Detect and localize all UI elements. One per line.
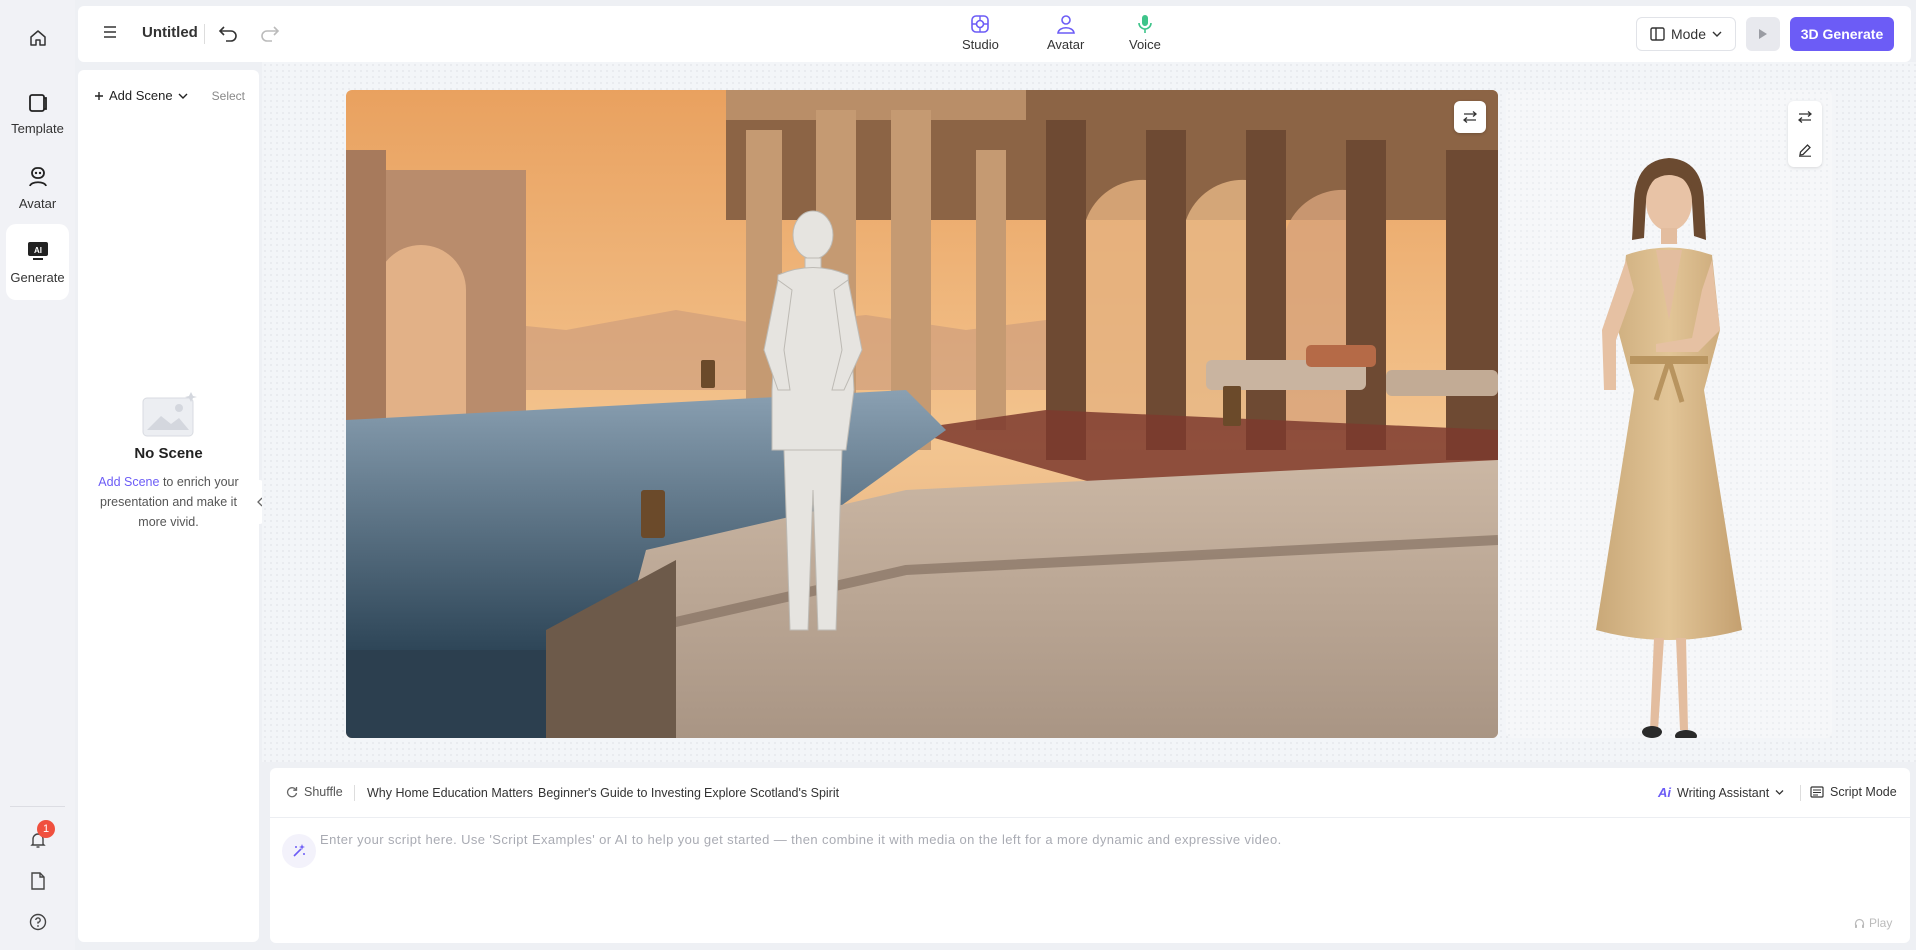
studio-icon — [970, 14, 990, 34]
add-scene-link[interactable]: Add Scene — [98, 475, 159, 489]
tab-label: Studio — [962, 37, 999, 52]
scene-panel: Add Scene Select No Scene Add Scene to e… — [78, 70, 259, 942]
writing-assistant-label: Writing Assistant — [1677, 785, 1770, 800]
avatar-icon — [1056, 14, 1076, 34]
empty-title: No Scene — [134, 445, 203, 462]
edit-pencil-icon[interactable] — [1798, 143, 1812, 157]
avatar-icon — [27, 166, 49, 188]
ai-generate-icon: AI — [27, 240, 49, 262]
rail-item-label: Template — [11, 120, 64, 136]
notification-bell-icon[interactable]: 1 — [26, 820, 55, 852]
mode-label: Mode — [1670, 26, 1707, 42]
avatar-preview-card — [1506, 90, 1832, 738]
script-toolbar: Shuffle Why Home Education Matters Begin… — [270, 768, 1910, 818]
document-title[interactable]: Untitled — [142, 24, 198, 41]
scene-canvas[interactable] — [346, 90, 1498, 738]
script-panel: Shuffle Why Home Education Matters Begin… — [270, 768, 1910, 943]
chevron-down-icon — [178, 92, 188, 100]
tab-studio[interactable]: Studio — [962, 14, 999, 52]
left-rail: Template Avatar AI Generate 1 — [0, 0, 75, 950]
refresh-icon — [286, 786, 298, 798]
template-icon — [27, 93, 49, 113]
tab-label: Voice — [1129, 37, 1161, 52]
script-example-chip[interactable]: Beginner's Guide to Investing — [538, 786, 701, 800]
rail-item-label: Avatar — [18, 195, 57, 211]
generate-button[interactable]: 3D Generate — [1790, 17, 1894, 51]
divider — [1800, 785, 1801, 801]
tab-voice[interactable]: Voice — [1129, 14, 1161, 52]
layout-icon — [1650, 27, 1665, 41]
script-example-chip[interactable]: Explore Scotland's Spirit — [704, 786, 839, 800]
headphones-icon — [1854, 918, 1865, 929]
mode-dropdown[interactable]: Mode — [1636, 17, 1736, 51]
tab-label: Avatar — [1047, 37, 1085, 52]
empty-description: Add Scene to enrich your presentation an… — [86, 472, 251, 532]
rail-item-template[interactable]: Template — [6, 76, 69, 152]
avatar-card-toolbar — [1788, 101, 1822, 167]
script-input[interactable] — [320, 832, 1880, 922]
play-icon — [1758, 28, 1768, 40]
writing-assistant-dropdown[interactable]: Ai Writing Assistant — [1658, 785, 1784, 800]
magic-wand-icon[interactable] — [282, 834, 316, 868]
select-button[interactable]: Select — [212, 89, 245, 103]
preview-play-button[interactable] — [1746, 17, 1780, 51]
script-play-button[interactable]: Play — [1854, 916, 1892, 930]
rail-item-generate[interactable]: AI Generate — [6, 224, 69, 300]
script-mode-button[interactable]: Script Mode — [1810, 785, 1897, 799]
add-scene-label: Add Scene — [109, 88, 173, 103]
home-icon[interactable] — [24, 24, 52, 52]
divider — [204, 24, 205, 44]
swap-icon[interactable] — [1798, 111, 1812, 123]
help-icon[interactable] — [26, 910, 50, 934]
add-scene-button[interactable]: Add Scene — [94, 88, 188, 103]
script-mode-label: Script Mode — [1830, 785, 1897, 799]
rail-item-label: Generate — [10, 269, 65, 285]
script-example-chip[interactable]: Why Home Education Matters — [367, 786, 533, 800]
script-mode-icon — [1810, 786, 1824, 798]
shuffle-button[interactable]: Shuffle — [286, 785, 343, 799]
microphone-icon — [1135, 14, 1155, 34]
divider — [354, 785, 355, 801]
undo-icon[interactable] — [218, 24, 240, 42]
avatar-preview-image — [1596, 158, 1742, 738]
ai-icon: Ai — [1658, 785, 1671, 800]
swap-icon[interactable] — [1454, 101, 1486, 133]
shuffle-label: Shuffle — [304, 785, 343, 799]
rail-item-avatar[interactable]: Avatar — [6, 150, 69, 226]
chevron-down-icon — [1775, 789, 1784, 796]
empty-image-icon — [139, 390, 199, 438]
top-bar: Untitled Studio Avatar Voice Mode 3D Gen… — [78, 6, 1911, 62]
tab-avatar[interactable]: Avatar — [1047, 14, 1084, 52]
scene-preview-image — [346, 90, 1498, 738]
redo-icon[interactable] — [258, 24, 280, 42]
notification-badge: 1 — [37, 820, 55, 838]
chevron-down-icon — [1712, 30, 1722, 38]
menu-icon[interactable] — [102, 24, 118, 40]
play-label: Play — [1869, 916, 1893, 930]
plus-icon — [94, 91, 104, 101]
rail-divider — [10, 806, 65, 807]
svg-text:AI: AI — [34, 246, 42, 255]
document-icon[interactable] — [26, 869, 50, 893]
